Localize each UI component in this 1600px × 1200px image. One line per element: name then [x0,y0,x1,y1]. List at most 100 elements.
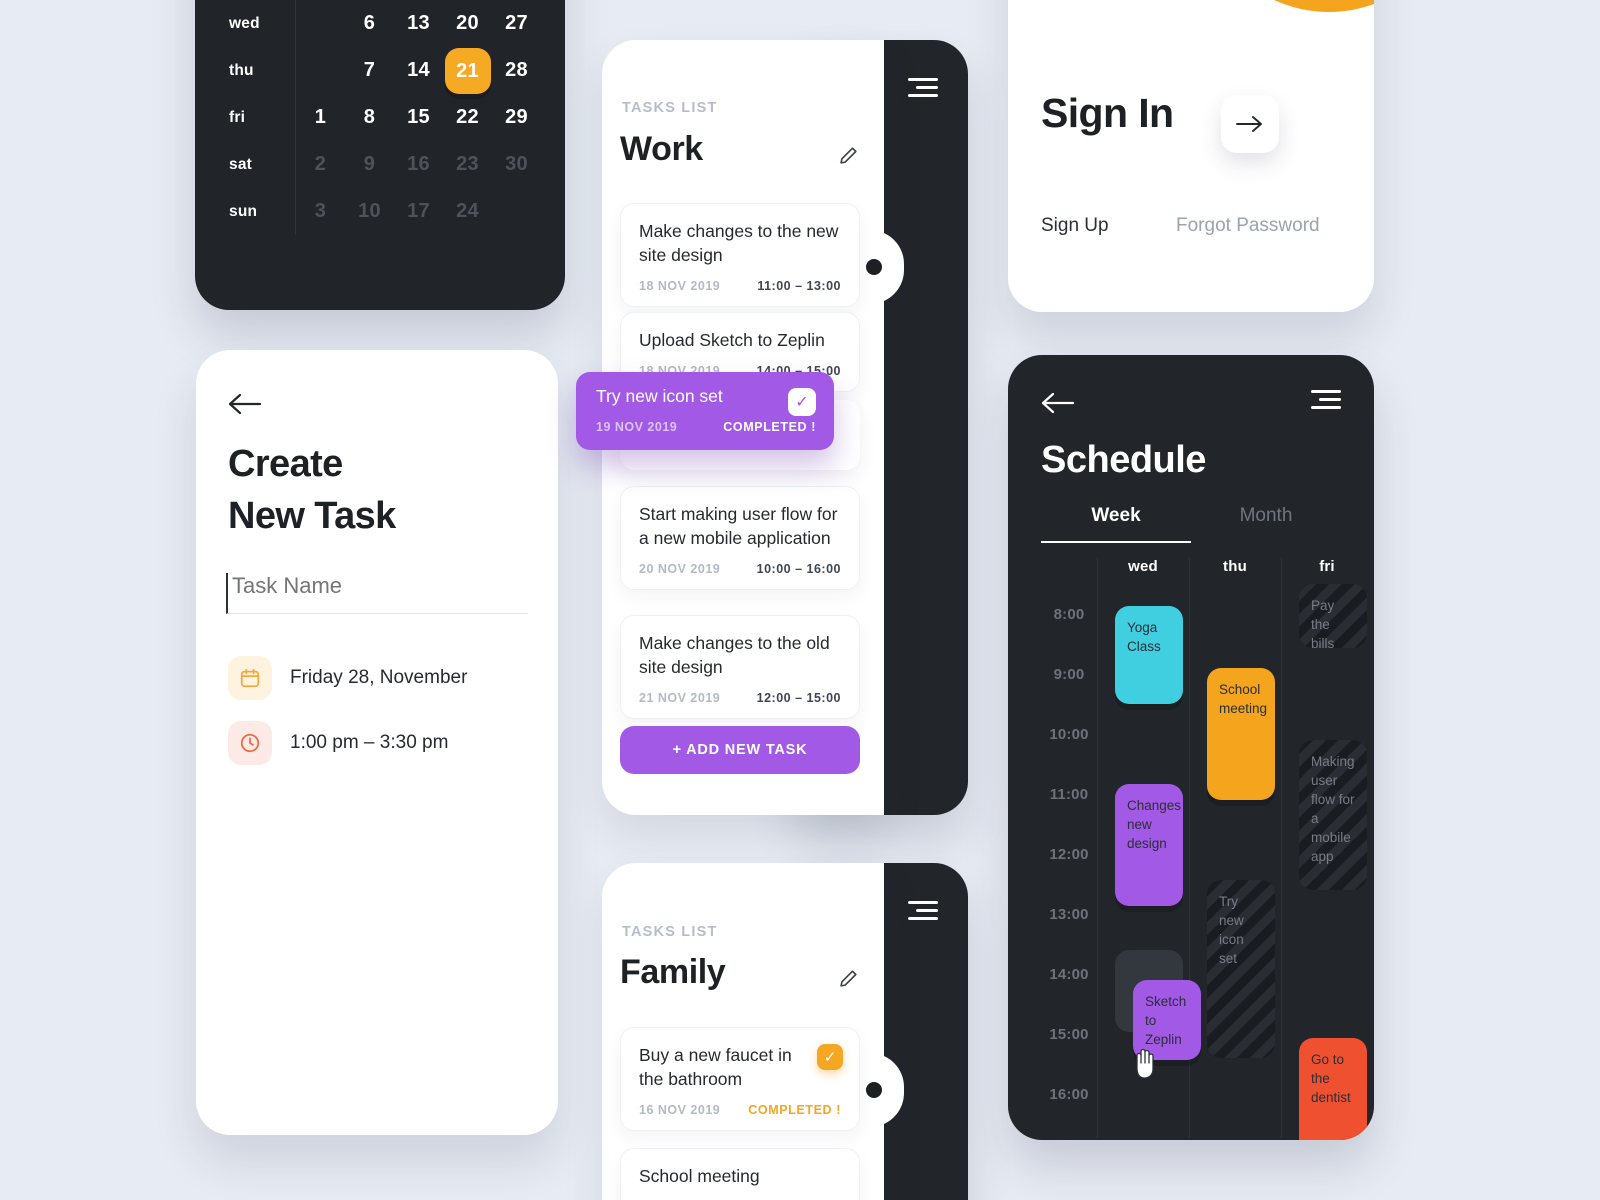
calendar-date-cell[interactable]: 16 [394,153,443,176]
schedule-event[interactable]: Go to the dentist [1299,1038,1367,1140]
sign-in-card: Sign In Sign Up Forgot Password [1008,0,1374,312]
task-date-row[interactable]: Friday 28, November [228,656,467,700]
calendar-date-cell[interactable]: 28 [492,59,541,82]
schedule-day-header: thu [1223,558,1247,575]
task-meta: 16 NOV 2019 COMPLETED ! [639,1103,841,1117]
grid-separator [1281,558,1282,1138]
task-name: Try new icon set [596,386,723,406]
schedule-hour-label: 10:00 [1049,726,1089,743]
calendar-date-cell[interactable]: 9 [345,153,394,176]
task-date: 20 NOV 2019 [639,562,721,576]
schedule-hour-label: 8:00 [1053,606,1085,623]
calendar-dayname: wed [229,15,260,32]
calendar-date-cell[interactable]: 24 [443,200,492,223]
schedule-event[interactable]: Changes new design [1115,784,1183,906]
add-new-task-button[interactable]: + ADD NEW TASK [620,726,860,774]
schedule-event[interactable]: Yoga Class [1115,606,1183,704]
task-meta: 20 NOV 2019 10:00 – 16:00 [639,562,841,576]
work-kicker: TASKS LIST [622,100,718,116]
schedule-hour-label: 16:00 [1049,1086,1089,1103]
pencil-icon[interactable] [836,144,860,173]
calendar-dates: 6 13 20 27 7 14 21 28 1 8 15 22 29 2 9 1… [296,0,565,235]
work-title: Work [620,130,703,168]
check-icon[interactable]: ✓ [817,1044,843,1070]
calendar-date-cell[interactable]: 23 [443,153,492,176]
create-title-line2: New Task [228,495,396,537]
task-time: 12:00 – 15:00 [756,691,841,705]
create-task-card: Create New Task Friday 28, November 1:00… [196,350,558,1135]
schedule-day-header: fri [1319,558,1335,575]
schedule-grid: wed thu fri 8:00 9:00 10:00 11:00 12:00 … [1041,558,1374,1140]
calendar-date-cell[interactable]: 13 [394,12,443,35]
task-date: 16 NOV 2019 [639,1103,721,1117]
task-time-row[interactable]: 1:00 pm – 3:30 pm [228,721,448,765]
schedule-hour-label: 12:00 [1049,846,1089,863]
calendar-dayname: sun [229,203,258,220]
calendar-date-cell[interactable]: 15 [394,106,443,129]
pencil-icon[interactable] [836,967,860,996]
arrow-right-icon[interactable] [1221,95,1279,153]
task-row[interactable]: Start making user flow for a new mobile … [620,486,860,590]
calendar-date-cell[interactable]: 3 [296,200,345,223]
schedule-hour-label: 11:00 [1049,786,1089,803]
schedule-event[interactable]: Try new icon set [1207,880,1275,1058]
calendar-date-cell[interactable]: 1 [296,106,345,129]
floating-completed-task[interactable]: Try new icon set 19 NOV 2019 COMPLETED !… [576,372,834,450]
task-time: 10:00 – 16:00 [756,562,841,576]
task-time: 11:00 – 13:00 [757,279,841,293]
back-arrow-icon[interactable] [1041,389,1081,417]
calendar-date-cell[interactable]: 8 [345,106,394,129]
schedule-event[interactable]: Pay the bills [1299,584,1367,648]
panel-notch [866,230,904,304]
calendar-dayname: thu [229,62,254,79]
schedule-hour-label: 13:00 [1049,906,1089,923]
hamburger-icon[interactable] [908,901,938,921]
hamburger-icon[interactable] [1311,390,1341,410]
task-date: 19 NOV 2019 [596,420,678,434]
tab-week[interactable]: Week [1041,505,1191,543]
clock-icon [228,721,272,765]
check-icon[interactable]: ✓ [788,388,816,416]
schedule-card: Schedule Week Month wed thu fri 8:00 9:0… [1008,355,1374,1140]
calendar-date-cell[interactable]: 10 [345,200,394,223]
calendar-date-cell[interactable]: 17 [394,200,443,223]
calendar-grid: wed thu fri sat sun 6 13 20 27 7 14 21 2… [195,0,565,235]
sign-up-link[interactable]: Sign Up [1041,215,1109,237]
calendar-date-cell[interactable]: 22 [443,106,492,129]
schedule-hour-label: 15:00 [1049,1026,1089,1043]
calendar-date-cell[interactable]: 27 [492,12,541,35]
schedule-event[interactable]: Making user flow for a mobile app [1299,740,1367,890]
forgot-password-link[interactable]: Forgot Password [1176,215,1320,237]
family-kicker: TASKS LIST [622,924,718,940]
task-status: COMPLETED ! [723,420,816,434]
back-arrow-icon[interactable] [228,390,268,418]
calendar-row: 3 10 17 24 [296,188,565,235]
calendar-date-cell[interactable]: 2 [296,153,345,176]
schedule-hour-label: 9:00 [1053,666,1085,683]
task-meta: 19 NOV 2019 COMPLETED ! [596,420,816,434]
calendar-date-selected[interactable]: 21 [443,47,492,94]
hamburger-icon[interactable] [908,78,938,98]
calendar-daynames: wed thu fri sat sun [195,0,296,235]
calendar-date-cell[interactable]: 14 [394,59,443,82]
tab-month[interactable]: Month [1191,505,1341,543]
task-row[interactable]: Make changes to the new site design 18 N… [620,203,860,307]
task-name: Start making user flow for a new mobile … [639,504,838,548]
task-row[interactable]: Make changes to the old site design 21 N… [620,615,860,719]
calendar-date-cell[interactable]: 7 [345,59,394,82]
task-meta: 18 NOV 2019 11:00 – 13:00 [639,279,841,293]
task-name: Make changes to the new site design [639,221,839,265]
calendar-date-cell[interactable]: 30 [492,153,541,176]
calendar-date-cell[interactable]: 6 [345,12,394,35]
calendar-date-cell[interactable]: 20 [443,12,492,35]
decorative-blob-amber [1198,0,1374,12]
calendar-dayname: sat [229,156,253,173]
task-name: Make changes to the old site design [639,633,830,677]
schedule-day-header: wed [1128,558,1158,575]
calendar-date-cell[interactable]: 29 [492,106,541,129]
task-row[interactable]: School meeting [620,1148,860,1200]
family-tasks-panel: W F TASKS LIST Family Buy a new faucet i… [602,863,968,1200]
task-name-input[interactable] [226,573,528,614]
schedule-event[interactable]: School meeting [1207,668,1275,800]
task-row[interactable]: Buy a new faucet in the bathroom 16 NOV … [620,1027,860,1131]
